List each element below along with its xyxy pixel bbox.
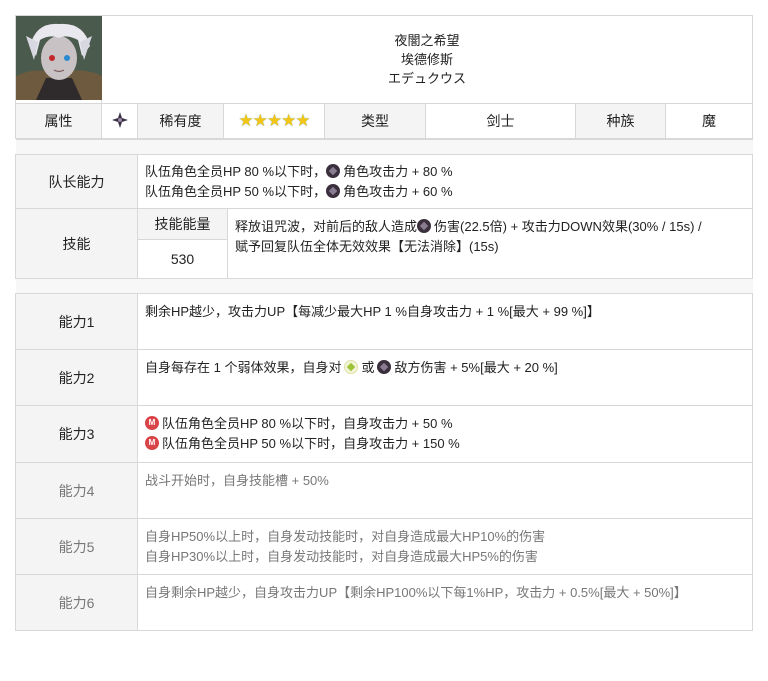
skill-line-2: 赋予回复队伍全体无效效果【无法消除】(15s) <box>235 239 499 254</box>
leader-ability-desc: 队伍角色全员HP 80 %以下时， 角色攻击力 + 80 % 队伍角色全员HP 5… <box>137 154 753 209</box>
dark-element-icon <box>326 183 341 198</box>
ability-3-line-1: 队伍角色全员HP 80 %以下时，自身攻击力 + 50 % <box>145 414 745 434</box>
attack-up-icon <box>145 436 159 450</box>
character-portrait <box>15 15 102 104</box>
rarity-label: 稀有度 <box>137 103 224 139</box>
ability-4-desc: 战斗开始时，自身技能槽 + 50% <box>137 462 753 519</box>
dark-element-icon <box>111 111 128 128</box>
leader-ability-label: 队长能力 <box>15 154 138 209</box>
ability-5-label: 能力5 <box>15 518 138 575</box>
ability-4-label: 能力4 <box>15 462 138 519</box>
ability-3-line-2: 队伍角色全员HP 50 %以下时，自身攻击力 + 150 % <box>145 434 745 454</box>
ability-1-line-1: 剩余HP越少，攻击力UP【每减少最大HP 1 %自身攻击力 + 1 %[最大 +… <box>145 304 600 319</box>
skill-energy-label: 技能能量 <box>137 208 228 240</box>
ability-1-label: 能力1 <box>15 293 138 350</box>
attack-up-icon <box>145 416 159 430</box>
ability-2-label: 能力2 <box>15 349 138 406</box>
character-names: 夜闇之希望 埃德修斯 エデュクウス <box>100 15 754 104</box>
info-table: 夜闇之希望 埃德修斯 エデュクウス 属性 稀有度 ★★★★★ 类型 剑士 种族 … <box>15 15 754 139</box>
light-element-icon <box>344 360 359 374</box>
type-label: 类型 <box>324 103 426 139</box>
attribute-label: 属性 <box>15 103 102 139</box>
character-name-jp: エデュクウス <box>388 71 467 86</box>
ability-2-desc: 自身每存在 1 个弱体效果，自身对或敌方伤害 + 5%[最大 + 20 %] <box>137 349 753 406</box>
ability-3-desc: 队伍角色全员HP 80 %以下时，自身攻击力 + 50 % 队伍角色全员HP 5… <box>137 405 753 463</box>
race-label: 种族 <box>575 103 666 139</box>
race-value: 魔 <box>664 103 754 139</box>
ability-6-line-1: 自身剩余HP越少，自身攻击力UP【剩余HP100%以下每1%HP，攻击力 + 0… <box>145 585 687 600</box>
section-divider <box>15 139 753 155</box>
ability-3-label: 能力3 <box>15 405 138 463</box>
leader-line-2: 队伍角色全员HP 50 %以下时， 角色攻击力 + 60 % <box>145 183 453 199</box>
attribute-value <box>101 103 138 139</box>
character-portrait-image <box>16 16 102 100</box>
skill-desc: 释放诅咒波，对前后的敌人造成 伤害(22.5倍) + 攻击力DOWN效果(30% … <box>227 208 753 279</box>
ability-5-line-1: 自身HP50%以上时，自身发动技能时，对自身造成最大HP10%的伤害 <box>145 528 546 544</box>
ability-6-label: 能力6 <box>15 574 138 631</box>
dark-element-icon <box>417 219 432 233</box>
section-divider <box>15 278 753 294</box>
ability-6-desc: 自身剩余HP越少，自身攻击力UP【剩余HP100%以下每1%HP，攻击力 + 0… <box>137 574 753 631</box>
character-name-cn: 埃德修斯 <box>401 52 454 67</box>
character-detail-panel: 夜闇之希望 埃德修斯 エデュクウス 属性 稀有度 ★★★★★ 类型 剑士 种族 … <box>15 15 754 631</box>
rarity-value: ★★★★★ <box>223 103 325 139</box>
ability-1-desc: 剩余HP越少，攻击力UP【每减少最大HP 1 %自身攻击力 + 1 %[最大 +… <box>137 293 753 350</box>
ability-4-line-1: 战斗开始时，自身技能槽 + 50% <box>145 473 329 488</box>
type-value: 剑士 <box>425 103 576 139</box>
skills-table: 队长能力 队伍角色全员HP 80 %以下时， 角色攻击力 + 80 % 队伍角色全… <box>15 139 753 631</box>
skill-energy-value: 530 <box>137 239 228 279</box>
ability-5-desc: 自身HP50%以上时，自身发动技能时，对自身造成最大HP10%的伤害 自身HP3… <box>137 518 753 575</box>
leader-line-1: 队伍角色全员HP 80 %以下时， 角色攻击力 + 80 % <box>145 163 453 179</box>
dark-element-icon <box>377 360 392 374</box>
ability-2-line-1: 自身每存在 1 个弱体效果，自身对或敌方伤害 + 5%[最大 + 20 %] <box>145 360 558 375</box>
ability-5-line-2: 自身HP30%以上时，自身发动技能时，对自身造成最大HP5%的伤害 <box>145 548 538 564</box>
rarity-stars-icon: ★★★★★ <box>238 111 310 130</box>
skill-label: 技能 <box>15 208 138 279</box>
character-title: 夜闇之希望 <box>394 33 460 48</box>
dark-element-icon <box>326 163 341 178</box>
skill-line-1: 释放诅咒波，对前后的敌人造成 伤害(22.5倍) + 攻击力DOWN效果(30% … <box>235 219 702 234</box>
